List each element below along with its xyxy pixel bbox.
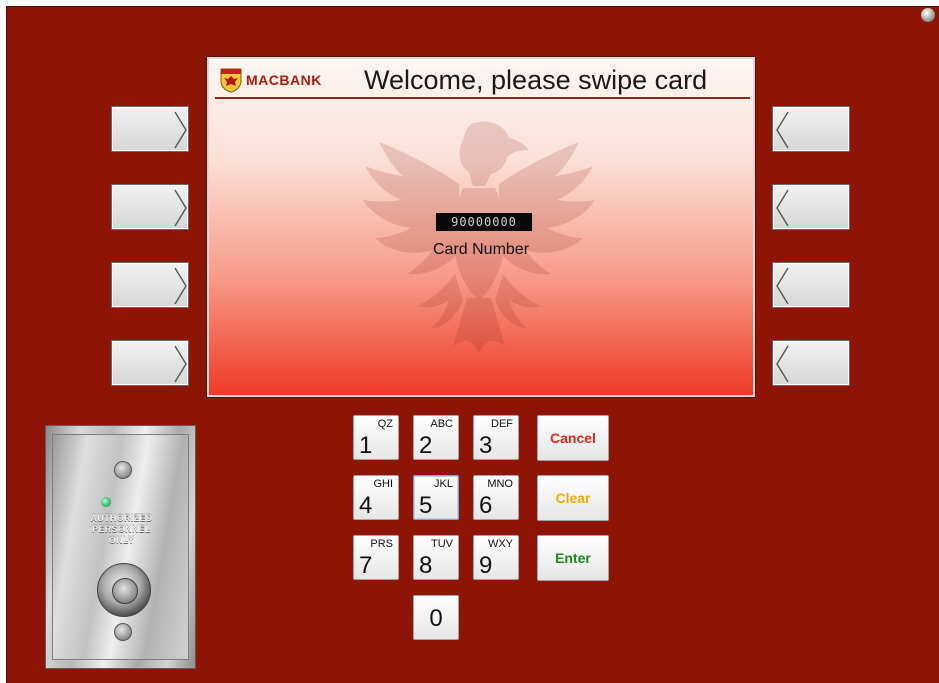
- key-digit: 1: [359, 432, 373, 459]
- atm-screen: MACBANK Welcome, please swipe card 90000…: [206, 56, 756, 398]
- side-button-left-2[interactable]: [111, 184, 189, 230]
- key-letters: JKL: [434, 478, 453, 490]
- chevron-right-icon: [174, 189, 187, 227]
- plate-label: AUTHORIZED PERSONNEL ONLY: [53, 513, 190, 546]
- chevron-right-icon: [174, 345, 187, 383]
- key-digit: 7: [359, 552, 373, 579]
- side-button-right-4[interactable]: [772, 340, 850, 386]
- key-digit: 8: [419, 552, 433, 579]
- key-lock-icon[interactable]: [97, 563, 151, 617]
- key-letters: ABC: [430, 418, 453, 430]
- side-button-left-1[interactable]: [111, 106, 189, 152]
- chevron-left-icon: [776, 111, 789, 149]
- bottom-screw-icon: [114, 623, 132, 641]
- key-6[interactable]: 6 MNO: [473, 475, 519, 520]
- key-letters: DEF: [491, 418, 513, 430]
- key-digit: 3: [479, 432, 493, 459]
- key-5[interactable]: 5 JKL: [413, 475, 459, 520]
- key-7[interactable]: 7 PRS: [353, 535, 399, 580]
- key-digit: 4: [359, 492, 373, 519]
- chevron-right-icon: [174, 111, 187, 149]
- chevron-right-icon: [174, 267, 187, 305]
- cancel-button[interactable]: Cancel: [537, 415, 609, 461]
- corner-knob-icon: [921, 8, 935, 22]
- plate-label-line: AUTHORIZED: [90, 513, 153, 523]
- title-divider: [215, 97, 750, 99]
- chevron-left-icon: [776, 267, 789, 305]
- card-number-field[interactable]: 90000000: [436, 213, 532, 231]
- card-number-label: Card Number: [432, 241, 530, 258]
- eagle-crest-icon: [220, 68, 242, 93]
- key-letters: QZ: [377, 418, 393, 430]
- clear-button[interactable]: Clear: [537, 475, 609, 521]
- side-button-right-2[interactable]: [772, 184, 850, 230]
- key-digit: 0: [429, 605, 443, 632]
- key-digit: 9: [479, 552, 493, 579]
- key-digit: 5: [419, 492, 433, 519]
- key-letters: GHI: [373, 478, 393, 490]
- key-digit: 2: [419, 432, 433, 459]
- key-8[interactable]: 8 TUV: [413, 535, 459, 580]
- key-3[interactable]: 3 DEF: [473, 415, 519, 460]
- key-letters: PRS: [370, 538, 393, 550]
- plate-label-line: PERSONNEL: [92, 524, 151, 534]
- key-9[interactable]: 9 WXY: [473, 535, 519, 580]
- key-letters: TUV: [431, 538, 453, 550]
- key-0[interactable]: 0: [413, 595, 459, 640]
- key-1[interactable]: 1 QZ: [353, 415, 399, 460]
- key-letters: WXY: [487, 538, 513, 550]
- screen-title: Welcome, please swipe card: [364, 65, 708, 95]
- authorized-key-plate: AUTHORIZED PERSONNEL ONLY: [45, 425, 196, 669]
- side-button-right-3[interactable]: [772, 262, 850, 308]
- key-digit: 6: [479, 492, 493, 519]
- plate-face: AUTHORIZED PERSONNEL ONLY: [52, 434, 189, 660]
- lock-cylinder: [112, 578, 138, 604]
- chevron-left-icon: [776, 189, 789, 227]
- key-2[interactable]: 2 ABC: [413, 415, 459, 460]
- eagle-watermark-icon: [363, 121, 595, 354]
- side-button-right-1[interactable]: [772, 106, 850, 152]
- side-button-left-3[interactable]: [111, 262, 189, 308]
- chevron-left-icon: [776, 345, 789, 383]
- status-led-icon: [101, 497, 111, 507]
- side-button-left-4[interactable]: [111, 340, 189, 386]
- key-letters: MNO: [487, 478, 513, 490]
- key-4[interactable]: 4 GHI: [353, 475, 399, 520]
- enter-button[interactable]: Enter: [537, 535, 609, 581]
- bank-brand-name: MACBANK: [246, 72, 322, 88]
- top-screw-icon: [114, 461, 132, 479]
- plate-label-line: ONLY: [108, 535, 135, 545]
